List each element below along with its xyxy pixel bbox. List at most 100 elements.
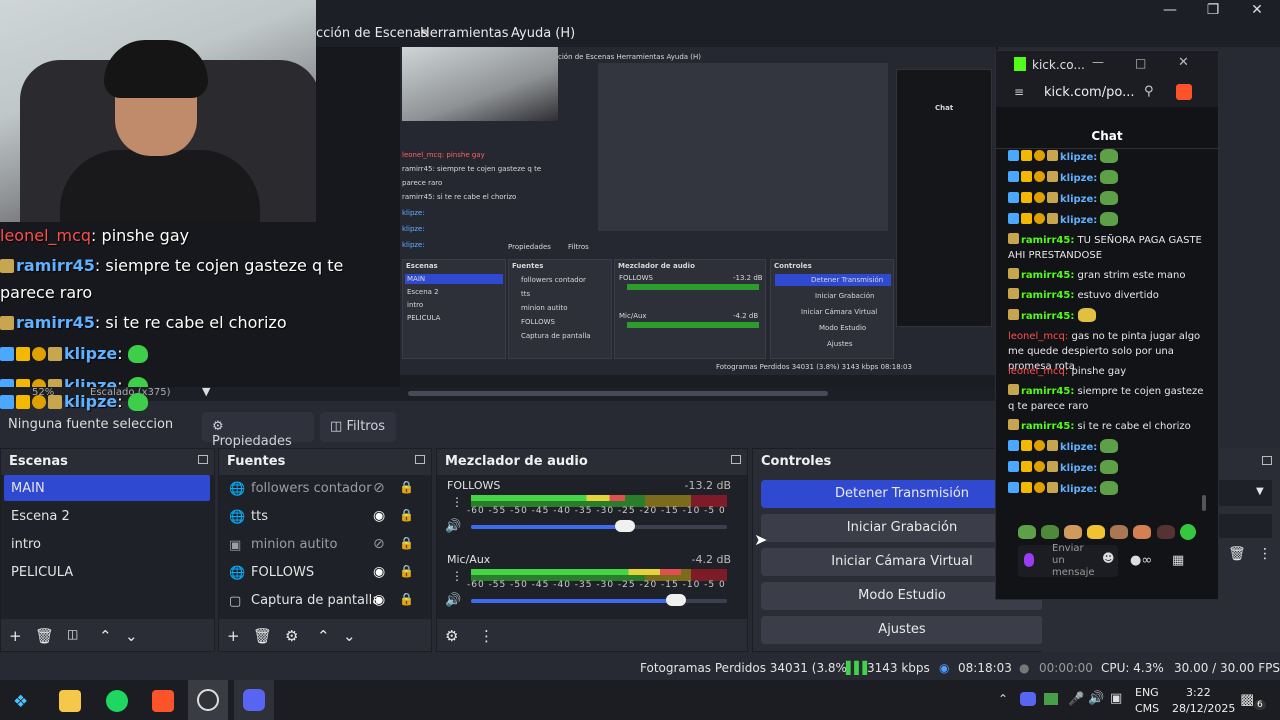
emote-icon[interactable] [1156, 525, 1175, 539]
kebab-icon[interactable]: ⋮ [451, 569, 463, 583]
gear-icon[interactable]: ⚙ [445, 627, 458, 645]
eye-hidden-icon[interactable]: ⊘ [373, 536, 385, 552]
properties-button[interactable]: ⚙ Propiedades [202, 412, 314, 449]
undock-icon[interactable] [1262, 456, 1272, 465]
volume-knob[interactable] [614, 520, 635, 532]
trash-icon[interactable]: 🗑 [1228, 546, 1246, 562]
url-field[interactable]: kick.com/po... [1044, 85, 1134, 100]
minimize-icon[interactable]: — [1092, 55, 1104, 69]
chat-username[interactable]: ramirr45 [1021, 290, 1070, 301]
close-icon[interactable]: ✕ [1244, 2, 1270, 20]
microphone-icon[interactable]: 🎤 [1068, 692, 1084, 707]
eye-icon[interactable]: ◉ [373, 592, 385, 608]
clock-date[interactable]: 28/12/2025 [1172, 702, 1235, 715]
lock-icon[interactable]: 🔒 [399, 508, 414, 522]
chat-username[interactable]: leonel_mcq [1008, 331, 1065, 342]
filter-icon[interactable]: ◫ [67, 627, 78, 641]
move-down-icon[interactable]: ⌄ [125, 627, 138, 645]
gear-icon[interactable]: ⚙ [285, 627, 298, 645]
spotify-icon[interactable] [106, 690, 128, 712]
obs-taskbar-active[interactable] [188, 680, 228, 720]
network-icon[interactable]: ▣ [1110, 691, 1122, 706]
clock-time[interactable]: 3:22 [1186, 686, 1211, 699]
undock-icon[interactable] [198, 455, 208, 464]
add-icon[interactable]: + [9, 627, 22, 645]
store-icon[interactable]: ▦ [1172, 553, 1184, 568]
zoom-icon[interactable]: ⚲ [1144, 84, 1154, 99]
scene-item-escena-2[interactable]: Escena 2 [4, 503, 210, 529]
volume-slider[interactable] [471, 594, 727, 606]
kick-tab-title[interactable]: kick.co... [1032, 58, 1085, 72]
source-item[interactable]: ▢ Captura de pantalla ◉ 🔒 [219, 587, 419, 615]
emote-icon[interactable] [1133, 525, 1152, 539]
speaker-icon[interactable]: 🔊 [445, 519, 461, 534]
discord-tray-icon[interactable] [1020, 692, 1036, 706]
kebab-icon[interactable]: ⋮ [451, 495, 463, 509]
trash-icon[interactable]: 🗑 [253, 627, 272, 645]
chat-username[interactable]: klipze [1060, 484, 1093, 495]
microphone-icon[interactable] [1024, 553, 1034, 567]
filters-button[interactable]: ◫ Filtros [320, 412, 396, 442]
eye-hidden-icon[interactable]: ⊘ [373, 480, 385, 496]
chat-username[interactable]: klipze [1060, 152, 1093, 163]
source-item[interactable]: 🌐 tts ◉ 🔒 [219, 503, 419, 531]
lock-icon[interactable]: 🔒 [399, 564, 414, 578]
kebab-icon[interactable]: ⋮ [1258, 546, 1272, 562]
close-icon[interactable]: ✕ [1178, 55, 1189, 70]
windows-start-icon[interactable]: ❖ [13, 692, 28, 712]
move-up-icon[interactable]: ⌃ [99, 627, 112, 645]
kebab-icon[interactable]: ⋮ [479, 627, 494, 645]
source-item[interactable]: 🌐 FOLLOWS ◉ 🔒 [219, 559, 419, 587]
tray-overflow-icon[interactable]: ⌃ [998, 692, 1008, 706]
keyboard-layout[interactable]: CMS [1135, 702, 1159, 715]
move-up-icon[interactable]: ⌃ [317, 627, 330, 645]
chevron-down-icon[interactable]: ▼ [202, 385, 210, 398]
volume-slider[interactable] [471, 520, 727, 532]
undock-icon[interactable] [415, 455, 425, 464]
minimize-icon[interactable]: — [1157, 2, 1183, 20]
speaker-icon[interactable]: 🔊 [445, 593, 461, 608]
emote-icon[interactable] [1018, 525, 1036, 539]
chat-username[interactable]: leonel_mcq [1008, 366, 1065, 377]
chat-username[interactable]: ramirr45 [1021, 421, 1070, 432]
chat-input[interactable]: Enviar un mensaje ☻ [1018, 543, 1118, 578]
undock-icon[interactable] [731, 455, 741, 464]
emote-icon[interactable] [1041, 525, 1060, 539]
chat-scrollbar[interactable] [1202, 495, 1206, 511]
chat-username[interactable]: klipze [1060, 463, 1093, 474]
chat-username[interactable]: ramirr45 [1021, 235, 1070, 246]
chat-username[interactable]: klipze [1060, 442, 1093, 453]
preview-scrollbar[interactable] [408, 391, 828, 396]
trash-icon[interactable]: 🗑 [35, 627, 54, 645]
eye-icon[interactable]: ◉ [373, 564, 385, 580]
eye-icon[interactable]: ◉ [373, 508, 385, 524]
chat-username[interactable]: ramirr45 [1021, 270, 1070, 281]
emote-icon[interactable] [1179, 524, 1196, 540]
menu-tools[interactable]: Herramientas [420, 26, 509, 41]
settings-button[interactable]: Ajustes [761, 616, 1043, 644]
chat-username[interactable]: klipze [1060, 194, 1093, 205]
notification-icon[interactable]: ▩ [1240, 690, 1254, 708]
lock-icon[interactable]: 🔒 [399, 480, 414, 494]
emote-icon[interactable] [1064, 525, 1083, 539]
scene-item-main[interactable]: MAIN [4, 475, 210, 501]
scene-item-pelicula[interactable]: PELICULA [4, 559, 210, 585]
app-tray-icon[interactable] [1044, 693, 1058, 705]
volume-knob[interactable] [665, 594, 686, 606]
lock-icon[interactable]: 🔒 [399, 536, 414, 550]
chat-username[interactable]: klipze [1060, 215, 1093, 226]
file-explorer-icon[interactable] [59, 690, 81, 712]
users-icon[interactable]: ●∞ [1130, 553, 1152, 568]
emoji-icon[interactable]: ☻ [1102, 551, 1115, 565]
menu-help[interactable]: Ayuda (H) [511, 26, 575, 41]
chat-username[interactable]: ramirr45 [1021, 386, 1070, 397]
input-language[interactable]: ENG [1135, 686, 1159, 699]
volume-icon[interactable]: 🔊 [1088, 691, 1104, 706]
menu-scene-collection[interactable]: cción de Escenas [316, 26, 428, 41]
scene-item-intro[interactable]: intro [4, 531, 210, 557]
chat-username[interactable]: klipze [1060, 173, 1093, 184]
brave-icon[interactable] [152, 690, 174, 712]
maximize-icon[interactable]: □ [1135, 56, 1146, 70]
discord-taskbar-active[interactable] [234, 680, 274, 720]
source-item[interactable]: 🌐 followers contador ⊘ 🔒 [219, 475, 419, 503]
